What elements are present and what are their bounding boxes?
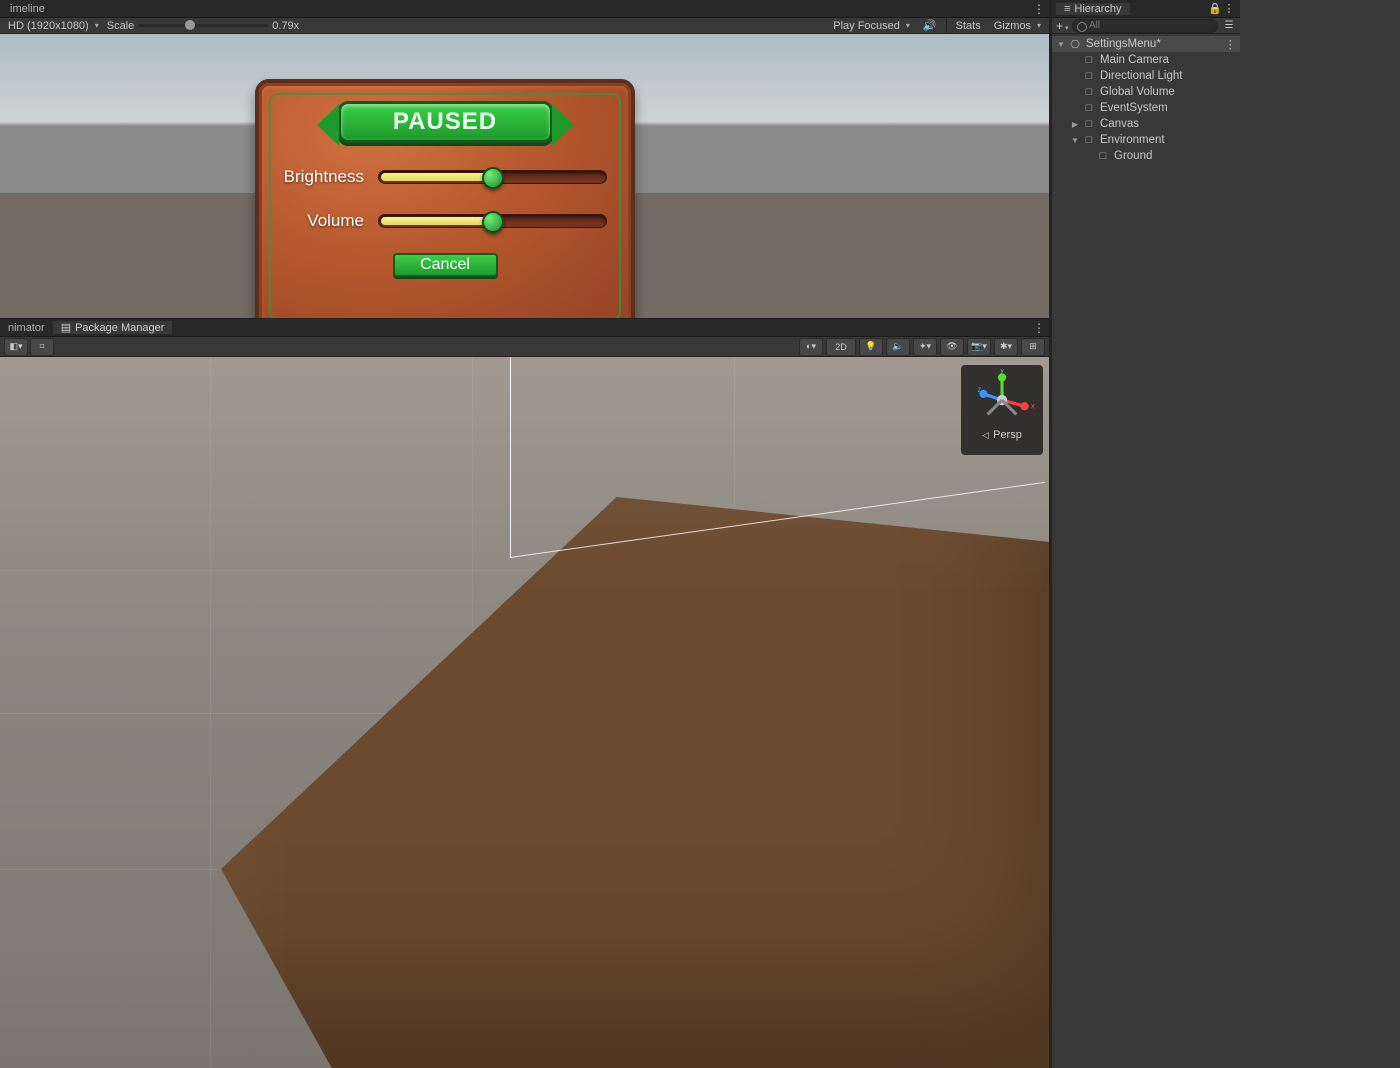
expand-arrow-icon[interactable] [1070, 136, 1080, 145]
create-dropdown[interactable]: + [1056, 19, 1068, 33]
brightness-slider[interactable] [378, 170, 607, 184]
wireframe-line [510, 357, 511, 557]
gizmo-perspective-label[interactable]: Persp [982, 429, 1022, 441]
brightness-slider-fill [381, 173, 495, 181]
scale-value: 0.79x [272, 20, 299, 32]
gameobject-icon [1082, 134, 1096, 146]
hierarchy-panel-menu-icon[interactable]: ⋮ [1222, 2, 1236, 15]
tab-animator[interactable]: nimator [0, 322, 53, 334]
cancel-button-label: Cancel [420, 256, 470, 274]
game-tab-bar: imeline ⋮ [0, 0, 1049, 18]
tool-dropdown-icon[interactable]: ◧▾ [4, 338, 28, 356]
scale-slider[interactable] [138, 24, 268, 27]
hierarchy-item-label: Directional Light [1098, 70, 1182, 82]
hierarchy-item[interactable]: EventSystem [1052, 100, 1240, 116]
ground-mesh[interactable] [175, 497, 1049, 1068]
volume-slider-fill [381, 217, 495, 225]
lock-icon[interactable]: 🔒 [1208, 2, 1222, 15]
scene-toolbar: ◧▾ ⌗ ◐▾ 2D 💡 🔈 ✦▾ 👁 📷▾ ✱▾ ⊞ [0, 337, 1049, 357]
hierarchy-item-label: Ground [1112, 150, 1152, 162]
hierarchy-item[interactable]: Directional Light [1052, 68, 1240, 84]
hierarchy-tree: SettingsMenu* ⋮ Main Camera Directional L… [1052, 34, 1240, 1068]
hierarchy-scene-row[interactable]: SettingsMenu* ⋮ [1052, 36, 1240, 52]
tab-timeline[interactable]: imeline [2, 3, 53, 15]
mute-audio-icon[interactable]: 🔊 [918, 19, 942, 32]
scene-view-panel: nimator ▤ Package Manager ⋮ ◧▾ ⌗ ◐▾ 2D 💡… [0, 318, 1050, 1068]
cancel-button[interactable]: Cancel [393, 253, 498, 277]
unity-scene-icon [1068, 38, 1082, 51]
pivot-mode-icon[interactable]: ⌗ [30, 338, 54, 356]
scene-tab-bar: nimator ▤ Package Manager ⋮ [0, 319, 1049, 337]
game-panel-menu-icon[interactable]: ⋮ [1029, 2, 1049, 16]
scene-menu-icon[interactable]: ⋮ [1225, 37, 1241, 51]
svg-text:z: z [977, 385, 981, 394]
audio-icon[interactable]: 🔈 [886, 338, 910, 356]
hidden-icon[interactable]: 👁 [940, 338, 964, 356]
play-mode-dropdown[interactable]: Play Focused [829, 20, 914, 32]
hierarchy-panel: ≡ Hierarchy 🔒 ⋮ + All ☰ SettingsMenu* ⋮ … [1050, 0, 1240, 1068]
hierarchy-item-label: Environment [1098, 134, 1165, 146]
lighting-icon[interactable]: 💡 [859, 338, 883, 356]
hierarchy-tab-label: Hierarchy [1074, 3, 1121, 15]
svg-text:y: y [1000, 369, 1005, 374]
pause-title-banner: PAUSED [338, 101, 553, 143]
scene-viewport[interactable]: y x z Persp [0, 357, 1049, 1068]
hierarchy-item-label: Main Camera [1098, 54, 1169, 66]
gizmos-dropdown-icon[interactable]: ✱▾ [994, 338, 1018, 356]
gameobject-icon [1082, 102, 1096, 114]
camera-dropdown-icon[interactable]: 📷▾ [967, 338, 991, 356]
pause-menu-panel: PAUSED Brightness Volume [255, 79, 635, 318]
hierarchy-item-label: EventSystem [1098, 102, 1168, 114]
package-manager-icon: ▤ [61, 321, 71, 334]
game-toolbar: HD (1920x1080) Scale 0.79x Play Focused … [0, 18, 1049, 34]
volume-slider[interactable] [378, 214, 607, 228]
hierarchy-item[interactable]: Main Camera [1052, 52, 1240, 68]
expand-arrow-icon[interactable] [1070, 120, 1080, 129]
hierarchy-item[interactable]: Canvas [1052, 116, 1240, 132]
stats-toggle[interactable]: Stats [951, 20, 986, 32]
hierarchy-item-label: Global Volume [1098, 86, 1175, 98]
brightness-label: Brightness [283, 167, 378, 187]
orientation-gizmo-icon: y x z [966, 369, 1038, 427]
tab-package-manager-label: Package Manager [75, 322, 164, 334]
gameobject-icon [1082, 118, 1096, 130]
hierarchy-item[interactable]: Global Volume [1052, 84, 1240, 100]
scene-name: SettingsMenu* [1084, 38, 1161, 50]
hierarchy-item[interactable]: Environment [1052, 132, 1240, 148]
orientation-gizmo[interactable]: y x z Persp [961, 365, 1043, 455]
hierarchy-tab-bar: ≡ Hierarchy 🔒 ⋮ [1052, 0, 1240, 18]
scale-slider-knob[interactable] [185, 20, 195, 30]
hierarchy-search-input[interactable]: All [1072, 19, 1218, 33]
brightness-slider-handle[interactable] [482, 167, 504, 189]
gameobject-icon [1082, 70, 1096, 82]
game-view-panel: imeline ⋮ HD (1920x1080) Scale 0.79x Pla… [0, 0, 1050, 318]
svg-text:x: x [1031, 401, 1036, 410]
hierarchy-item[interactable]: Ground [1052, 148, 1240, 164]
tab-hierarchy[interactable]: ≡ Hierarchy [1056, 3, 1130, 15]
hierarchy-item-label: Canvas [1098, 118, 1139, 130]
search-placeholder-text: All [1089, 20, 1100, 31]
scale-label: Scale [107, 20, 135, 32]
pause-title-text: PAUSED [393, 108, 497, 136]
expand-arrow-icon[interactable] [1056, 40, 1066, 49]
gameobject-icon [1082, 86, 1096, 98]
scene-panel-menu-icon[interactable]: ⋮ [1029, 321, 1049, 335]
scene-visibility-icon[interactable]: ☰ [1222, 20, 1236, 31]
2d-toggle[interactable]: 2D [826, 338, 856, 356]
fx-dropdown-icon[interactable]: ✦▾ [913, 338, 937, 356]
aspect-dropdown[interactable]: HD (1920x1080) [4, 20, 103, 32]
gizmos-dropdown[interactable]: Gizmos [990, 20, 1045, 32]
gameobject-icon [1096, 150, 1110, 162]
tab-package-manager[interactable]: ▤ Package Manager [53, 321, 173, 334]
draw-mode-icon[interactable]: ◐▾ [799, 338, 823, 356]
volume-label: Volume [283, 211, 378, 231]
hierarchy-icon: ≡ [1064, 3, 1070, 15]
gameobject-icon [1082, 54, 1096, 66]
grid-icon[interactable]: ⊞ [1021, 338, 1045, 356]
game-viewport: PAUSED Brightness Volume [0, 34, 1049, 318]
volume-slider-handle[interactable] [482, 211, 504, 233]
hierarchy-toolbar: + All ☰ [1052, 18, 1240, 34]
